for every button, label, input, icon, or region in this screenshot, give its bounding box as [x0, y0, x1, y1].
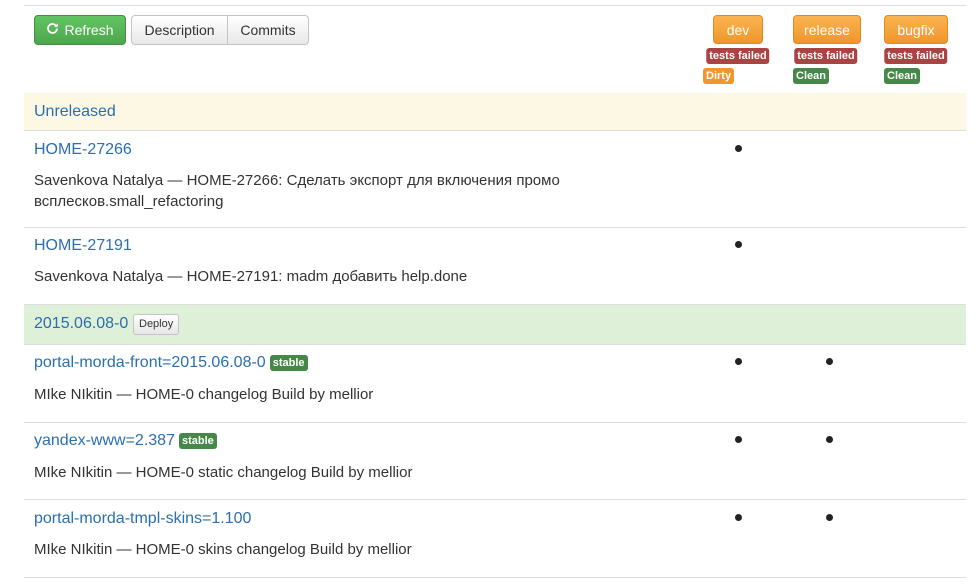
unreleased-section-header: Unreleased: [24, 93, 966, 131]
commit-description: Savenkova Natalya — HOME-27266: Сделать …: [34, 172, 560, 210]
branch-button-release[interactable]: release: [793, 15, 861, 44]
commit-link[interactable]: portal-morda-front=2015.06.08-0: [34, 354, 266, 371]
branch-column-release: release tests failed Clean: [793, 15, 861, 84]
branch-button-bugfix[interactable]: bugfix: [884, 15, 948, 44]
commit-link[interactable]: portal-morda-tmpl-skins=1.100: [34, 510, 251, 528]
state-badge: Clean: [793, 68, 829, 84]
commit-link[interactable]: yandex-www=2.387: [34, 432, 175, 449]
stable-badge: stable: [269, 354, 308, 371]
tests-status-badge: tests failed: [884, 48, 948, 64]
unreleased-title[interactable]: Unreleased: [34, 103, 116, 121]
commit-description: MIke NIkitin — HOME-0 skins changelog Bu…: [34, 541, 412, 558]
view-toggle-group: Description Commits: [131, 15, 309, 45]
branch-column-bugfix: bugfix tests failed Clean: [883, 15, 949, 84]
toolbar: Refresh Description Commits: [34, 15, 309, 45]
commit-link[interactable]: HOME-27266: [34, 141, 132, 159]
release-presence-dot: [826, 358, 833, 365]
row-divider: [24, 344, 966, 345]
top-divider: [24, 5, 966, 6]
commit-link-row: yandex-www=2.387 stable: [34, 432, 217, 450]
deploy-button[interactable]: Deploy: [133, 314, 180, 335]
commits-tab[interactable]: Commits: [228, 15, 309, 45]
dev-presence-dot: [735, 145, 742, 152]
row-divider: [24, 130, 966, 131]
tests-status-badge: tests failed: [794, 48, 858, 64]
release-presence-dot: [826, 514, 833, 521]
dev-presence-dot: [735, 436, 742, 443]
dev-presence-dot: [735, 514, 742, 521]
dev-presence-dot: [735, 358, 742, 365]
release-presence-dot: [826, 436, 833, 443]
state-badge: Dirty: [703, 68, 735, 84]
state-badge: Clean: [884, 68, 920, 84]
refresh-icon: [46, 22, 59, 38]
refresh-button[interactable]: Refresh: [34, 15, 126, 45]
commit-link-row: portal-morda-front=2015.06.08-0 stable: [34, 354, 308, 372]
row-divider: [24, 499, 966, 500]
dev-presence-dot: [735, 241, 742, 248]
refresh-label: Refresh: [64, 22, 114, 38]
tests-status-badge: tests failed: [706, 48, 770, 64]
commit-link[interactable]: HOME-27191: [34, 237, 132, 255]
commit-description: Savenkova Natalya — HOME-27191: madm доб…: [34, 268, 468, 285]
branch-button-dev[interactable]: dev: [713, 15, 763, 44]
stable-badge: stable: [178, 432, 217, 449]
row-divider: [24, 422, 966, 423]
release-title[interactable]: 2015.06.08-0: [34, 315, 128, 333]
row-divider: [24, 227, 966, 228]
commit-description: MIke NIkitin — HOME-0 changelog Build by…: [34, 386, 374, 403]
row-divider: [24, 577, 966, 578]
commit-description: MIke NIkitin — HOME-0 static changelog B…: [34, 464, 413, 481]
description-tab[interactable]: Description: [131, 15, 228, 45]
branch-column-dev: dev tests failed Dirty: [703, 15, 771, 84]
